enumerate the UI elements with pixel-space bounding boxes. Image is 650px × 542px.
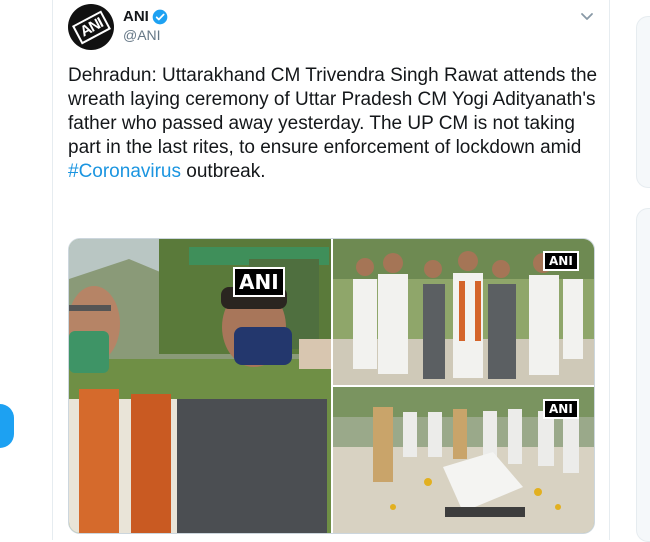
ani-watermark: ANI [233,267,285,297]
verified-badge-icon [152,9,168,24]
sidebar-card-top[interactable] [636,16,650,188]
tweet-body-end: outbreak. [181,161,266,182]
author-name[interactable]: ANI [123,8,149,25]
hashtag-link[interactable]: #Coronavirus [68,161,181,182]
photo-main[interactable]: ANI [69,239,331,533]
chevron-down-icon[interactable] [579,8,595,24]
photo-top-right[interactable]: ANI [333,239,594,385]
tweet-body: Dehradun: Uttarakhand CM Trivendra Singh… [68,65,598,158]
photo-bottom-right[interactable]: ANI [333,387,594,533]
tweet-text: Dehradun: Uttarakhand CM Trivendra Singh… [68,64,608,184]
tweet-card: ANI ANI @ANI Dehradun: Uttarakhand CM Tr… [52,0,610,540]
floating-action-button[interactable] [0,404,14,448]
avatar-logo-text: ANI [71,10,111,44]
ani-watermark: ANI [543,251,579,271]
sidebar-card-bottom[interactable] [636,208,650,542]
photo-main-image [69,239,331,533]
author-row: ANI [123,8,168,25]
ani-watermark: ANI [543,399,579,419]
tweet-media[interactable]: ANI ANI ANI [68,238,595,534]
author-handle[interactable]: @ANI [123,27,161,43]
avatar[interactable]: ANI [68,4,114,50]
